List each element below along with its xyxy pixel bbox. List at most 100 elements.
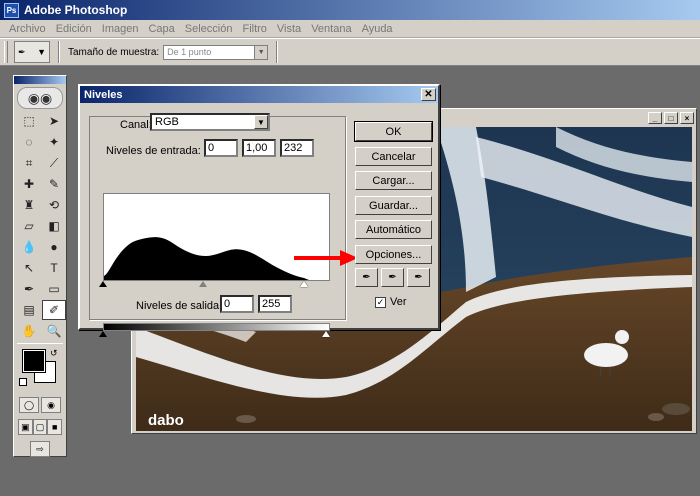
- options-button[interactable]: Opciones...: [355, 245, 432, 264]
- app-title: Adobe Photoshop: [24, 3, 128, 17]
- menu-capa[interactable]: Capa: [143, 23, 179, 35]
- app-title-bar: Ps Adobe Photoshop: [0, 0, 700, 20]
- menu-imagen[interactable]: Imagen: [97, 23, 144, 35]
- sample-size-label: Tamaño de muestra:: [68, 46, 160, 58]
- options-divider: [276, 41, 279, 63]
- clone-stamp-tool-icon[interactable]: ♜: [17, 195, 41, 215]
- options-grip[interactable]: [4, 41, 8, 63]
- tool-preset-picker[interactable]: ✒ ▼: [14, 41, 50, 63]
- marquee-tool-icon[interactable]: ⬚: [17, 111, 41, 131]
- jump-to-imageready-icon[interactable]: ⇨: [30, 441, 50, 457]
- output-black-field[interactable]: 0: [220, 295, 254, 313]
- sample-size-select[interactable]: De 1 punto ▼: [163, 44, 269, 60]
- output-black-slider[interactable]: [99, 331, 107, 337]
- brush-tool-icon[interactable]: ✎: [42, 174, 66, 194]
- input-black-field[interactable]: 0: [204, 139, 238, 157]
- move-tool-icon[interactable]: ➤: [42, 111, 66, 131]
- slice-tool-icon[interactable]: ⟋: [42, 153, 66, 173]
- maximize-icon[interactable]: □: [664, 112, 678, 124]
- chevron-down-icon: ▼: [254, 45, 268, 59]
- eyedropper-tool-icon[interactable]: ✐: [42, 300, 66, 320]
- swap-colors-icon[interactable]: ↺: [50, 348, 58, 359]
- black-point-eyedropper-icon[interactable]: ✒: [355, 268, 378, 287]
- menu-vista[interactable]: Vista: [272, 23, 306, 35]
- menu-bar: Archivo Edición Imagen Capa Selección Fi…: [0, 20, 700, 38]
- channel-label: Canal:: [120, 119, 152, 131]
- options-divider: [58, 41, 60, 63]
- path-selection-tool-icon[interactable]: ↖: [17, 258, 41, 278]
- input-gamma-slider[interactable]: [199, 281, 207, 287]
- preview-checkbox[interactable]: ✓ Ver: [375, 296, 407, 308]
- foreground-color-swatch[interactable]: [22, 349, 46, 373]
- auto-button[interactable]: Automático: [355, 220, 432, 239]
- crop-tool-icon[interactable]: ⌗: [17, 153, 41, 173]
- ok-button[interactable]: OK: [354, 121, 433, 142]
- dodge-tool-icon[interactable]: ●: [42, 237, 66, 257]
- input-black-slider[interactable]: [99, 281, 107, 287]
- toolbox-titlebar[interactable]: [14, 76, 66, 84]
- tool-grid: ⬚ ➤ ◌ ✦ ⌗ ⟋ ✚ ✎ ♜ ⟲ ▱ ◧ 💧 ● ↖ T ✒ ▭ ▤ ✐ …: [14, 111, 66, 341]
- hand-tool-icon[interactable]: ✋: [17, 321, 41, 341]
- magic-wand-tool-icon[interactable]: ✦: [42, 132, 66, 152]
- full-screen-menu-mode-icon[interactable]: ▢: [32, 419, 48, 435]
- levels-group: Canal: RGB ▼ Niveles de entrada: 0 1,00 …: [89, 113, 346, 337]
- output-levels-label: Niveles de salida:: [136, 300, 223, 312]
- history-brush-tool-icon[interactable]: ⟲: [42, 195, 66, 215]
- zoom-tool-icon[interactable]: 🔍: [42, 321, 66, 341]
- options-bar: ✒ ▼ Tamaño de muestra: De 1 punto ▼: [0, 38, 700, 66]
- type-tool-icon[interactable]: T: [42, 258, 66, 278]
- channel-value: RGB: [155, 116, 179, 128]
- menu-seleccion[interactable]: Selección: [180, 23, 238, 35]
- menu-ventana[interactable]: Ventana: [306, 23, 356, 35]
- cancel-button[interactable]: Cancelar: [355, 147, 432, 166]
- eye-logo-icon[interactable]: ◉◉: [17, 87, 63, 109]
- eraser-tool-icon[interactable]: ▱: [17, 216, 41, 236]
- mask-mode-row: ◯ ◉: [14, 394, 66, 416]
- menu-ayuda[interactable]: Ayuda: [357, 23, 398, 35]
- pen-tool-icon[interactable]: ✒: [17, 279, 41, 299]
- blur-tool-icon[interactable]: 💧: [17, 237, 41, 257]
- eyedropper-group: ✒ ✒ ✒: [355, 268, 430, 287]
- minimize-icon[interactable]: _: [648, 112, 662, 124]
- full-screen-mode-icon[interactable]: ■: [47, 419, 63, 435]
- white-point-eyedropper-icon[interactable]: ✒: [407, 268, 430, 287]
- notes-tool-icon[interactable]: ▤: [17, 300, 41, 320]
- rectangle-tool-icon[interactable]: ▭: [42, 279, 66, 299]
- histogram-graph: [104, 237, 309, 280]
- input-levels-label: Niveles de entrada:: [106, 145, 201, 157]
- chevron-down-icon: ▼: [37, 47, 46, 57]
- eyedropper-icon: ✒: [18, 46, 26, 57]
- input-white-field[interactable]: 232: [280, 139, 314, 157]
- dialog-title: Niveles: [84, 88, 123, 101]
- menu-filtro[interactable]: Filtro: [237, 23, 271, 35]
- channel-select[interactable]: RGB ▼: [150, 113, 270, 131]
- histogram: [103, 193, 330, 281]
- input-white-slider[interactable]: [300, 281, 308, 287]
- default-colors-icon[interactable]: [19, 378, 27, 386]
- close-icon[interactable]: ✕: [421, 88, 436, 101]
- gradient-tool-icon[interactable]: ◧: [42, 216, 66, 236]
- screen-mode-row: ▣ ▢ ■: [14, 416, 66, 438]
- lasso-tool-icon[interactable]: ◌: [17, 132, 41, 152]
- levels-dialog: Niveles ✕ Canal: RGB ▼ Niveles de entrad…: [78, 84, 440, 337]
- toolbox-divider: [17, 343, 63, 344]
- gray-point-eyedropper-icon[interactable]: ✒: [381, 268, 404, 287]
- dialog-titlebar[interactable]: Niveles ✕: [80, 86, 438, 103]
- input-gamma-field[interactable]: 1,00: [242, 139, 276, 157]
- quick-mask-mode-icon[interactable]: ◉: [41, 397, 61, 413]
- toolbox: ◉◉ ⬚ ➤ ◌ ✦ ⌗ ⟋ ✚ ✎ ♜ ⟲ ▱ ◧ 💧 ● ↖ T ✒ ▭ ▤…: [13, 75, 67, 457]
- menu-archivo[interactable]: Archivo: [4, 23, 51, 35]
- standard-screen-mode-icon[interactable]: ▣: [18, 419, 33, 435]
- save-button[interactable]: Guardar...: [355, 196, 432, 215]
- output-white-slider[interactable]: [322, 331, 330, 337]
- load-button[interactable]: Cargar...: [355, 171, 432, 190]
- output-white-field[interactable]: 255: [258, 295, 292, 313]
- standard-mode-icon[interactable]: ◯: [19, 397, 39, 413]
- red-arrow-annotation: [294, 250, 358, 266]
- checkmark-icon[interactable]: ✓: [375, 296, 386, 308]
- close-icon[interactable]: ×: [680, 112, 694, 124]
- color-swatches: ↺: [17, 346, 63, 392]
- jump-to-row: ⇨: [14, 438, 66, 460]
- menu-edicion[interactable]: Edición: [51, 23, 97, 35]
- healing-brush-tool-icon[interactable]: ✚: [17, 174, 41, 194]
